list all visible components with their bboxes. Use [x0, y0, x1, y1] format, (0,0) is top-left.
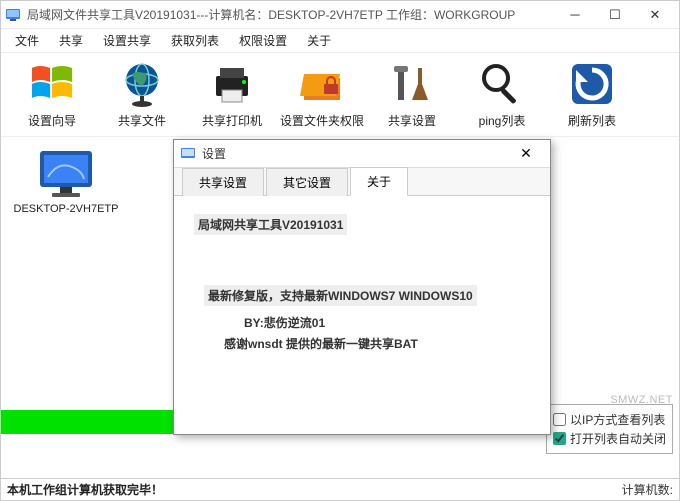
menu-share-settings[interactable]: 设置共享 [93, 30, 161, 51]
menubar: 文件 共享 设置共享 获取列表 权限设置 关于 [1, 29, 679, 53]
dialog-close-button[interactable]: ✕ [508, 143, 544, 165]
about-support-text: 最新修复版，支持最新WINDOWS7 WINDOWS10 [204, 285, 477, 306]
close-button[interactable]: ✕ [635, 3, 675, 27]
list-options-panel: 以IP方式查看列表 打开列表自动关闭 [546, 404, 673, 454]
titlebar: 局域网文件共享工具V20191031---计算机名：DESKTOP-2VH7ET… [1, 1, 679, 29]
dialog-body: 局域网共享工具V20191031 最新修复版，支持最新WINDOWS7 WIND… [174, 196, 550, 434]
toolbar-wizard-button[interactable]: 设置向导 [7, 60, 97, 129]
toolbar-label: 共享文件 [118, 112, 166, 129]
window-title: 局域网文件共享工具V20191031---计算机名：DESKTOP-2VH7ET… [27, 6, 555, 23]
menu-share[interactable]: 共享 [49, 30, 93, 51]
about-thanks-text: 感谢wnsdt 提供的最新一键共享BAT [224, 335, 530, 352]
computer-monitor-icon [34, 147, 98, 199]
minimize-button[interactable]: ─ [555, 3, 595, 27]
about-version-text: 局域网共享工具V20191031 [194, 214, 347, 235]
about-author-text: BY:悲伤逆流01 [244, 314, 530, 331]
toolbar-share-files-button[interactable]: 共享文件 [97, 60, 187, 129]
watermark: SMWZ.NET [610, 394, 673, 406]
statusbar: 本机工作组计算机获取完毕！ 计算机数: [1, 478, 679, 500]
settings-dialog: 设置 ✕ 共享设置 其它设置 关于 局域网共享工具V20191031 最新修复版… [173, 139, 551, 435]
menu-permissions[interactable]: 权限设置 [229, 30, 297, 51]
menu-file[interactable]: 文件 [5, 30, 49, 51]
toolbar-label: ping列表 [479, 112, 526, 129]
tools-icon [388, 60, 436, 108]
app-icon [5, 7, 21, 23]
toolbar: 设置向导 共享文件 共享打印机 设置文件夹权限 共享设置 [1, 53, 679, 137]
menu-get-list[interactable]: 获取列表 [161, 30, 229, 51]
tab-share-settings[interactable]: 共享设置 [182, 168, 264, 196]
toolbar-share-printer-button[interactable]: 共享打印机 [187, 60, 277, 129]
auto-close-input[interactable] [553, 432, 566, 445]
computer-item[interactable]: DESKTOP-2VH7ETP [11, 147, 121, 215]
toolbar-refresh-button[interactable]: 刷新列表 [547, 60, 637, 129]
toolbar-ping-list-button[interactable]: ping列表 [457, 60, 547, 129]
windows-flag-icon [28, 60, 76, 108]
toolbar-folder-perm-button[interactable]: 设置文件夹权限 [277, 60, 367, 129]
computer-count-label: 计算机数: [622, 481, 673, 498]
refresh-icon [568, 60, 616, 108]
window-controls: ─ ☐ ✕ [555, 3, 675, 27]
folder-lock-icon [298, 60, 346, 108]
dialog-icon [180, 146, 196, 162]
toolbar-label: 刷新列表 [568, 112, 616, 129]
maximize-button[interactable]: ☐ [595, 3, 635, 27]
toolbar-share-settings-button[interactable]: 共享设置 [367, 60, 457, 129]
ip-view-input[interactable] [553, 413, 566, 426]
ip-view-checkbox[interactable]: 以IP方式查看列表 [553, 411, 666, 428]
toolbar-label: 共享打印机 [202, 112, 262, 129]
tab-other-settings[interactable]: 其它设置 [266, 168, 348, 196]
tab-about[interactable]: 关于 [350, 167, 408, 196]
printer-icon [208, 60, 256, 108]
magnifier-icon [478, 60, 526, 108]
toolbar-label: 共享设置 [388, 112, 436, 129]
dialog-title: 设置 [202, 145, 508, 162]
toolbar-label: 设置文件夹权限 [280, 112, 364, 129]
computer-label: DESKTOP-2VH7ETP [14, 203, 119, 215]
dialog-tabs: 共享设置 其它设置 关于 [174, 168, 550, 196]
toolbar-label: 设置向导 [28, 112, 76, 129]
status-text: 本机工作组计算机获取完毕！ [7, 481, 622, 498]
menu-about[interactable]: 关于 [297, 30, 341, 51]
dialog-titlebar[interactable]: 设置 ✕ [174, 140, 550, 168]
auto-close-checkbox[interactable]: 打开列表自动关闭 [553, 430, 666, 447]
globe-icon [118, 60, 166, 108]
